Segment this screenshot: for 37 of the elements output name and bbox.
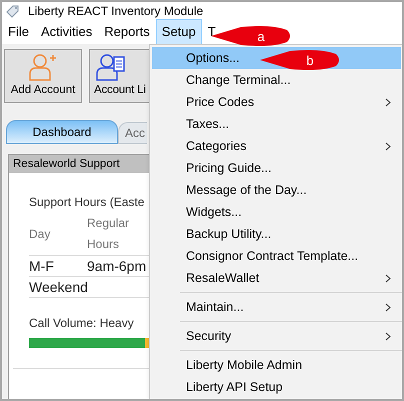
menu-item[interactable]: Change Terminal... bbox=[152, 69, 401, 91]
callout-label: a bbox=[257, 29, 265, 44]
menu-item[interactable]: Pricing Guide... bbox=[152, 157, 401, 179]
menu-item[interactable]: Categories bbox=[152, 135, 401, 157]
toolbar-button[interactable]: Account Li bbox=[89, 49, 149, 103]
menu-item[interactable]: Maintain... bbox=[152, 296, 401, 318]
menu-item[interactable]: Security bbox=[152, 325, 401, 347]
menu-item[interactable]: Consignor Contract Template... bbox=[152, 245, 401, 267]
tag-icon bbox=[6, 4, 20, 18]
person-list-icon bbox=[96, 52, 126, 82]
menu-item[interactable]: Liberty Mobile Admin bbox=[152, 354, 401, 376]
menu-item[interactable]: Taxes... bbox=[152, 113, 401, 135]
table-cell-text: Weekend bbox=[29, 278, 87, 297]
tab[interactable]: Dashboard bbox=[6, 120, 118, 144]
tab[interactable]: Acc bbox=[118, 122, 147, 144]
menu-item[interactable]: Liberty API Setup bbox=[152, 376, 401, 398]
menu-bar-item[interactable]: T bbox=[202, 19, 222, 45]
table-cell-text: 9am-6pm bbox=[87, 257, 146, 276]
window-title: Liberty REACT Inventory Module bbox=[28, 3, 204, 20]
menu-item[interactable]: Message of the Day... bbox=[152, 179, 401, 201]
menu-bar-item[interactable]: Reports bbox=[98, 19, 156, 45]
support-heading: Support Hours (Easte bbox=[29, 194, 146, 211]
column-header: Regular Hours bbox=[87, 215, 130, 253]
call-volume-label: Call Volume: Heavy bbox=[29, 315, 135, 332]
menu-bar-item[interactable]: Activities bbox=[34, 19, 98, 45]
column-header: Day bbox=[29, 226, 52, 243]
panel-header: Resaleworld Support bbox=[9, 155, 150, 173]
menu-item[interactable]: Price Codes bbox=[152, 91, 401, 113]
callout-label: b bbox=[306, 53, 314, 68]
menu-item[interactable]: Widgets... bbox=[152, 201, 401, 223]
menu-bar-item[interactable]: File bbox=[2, 19, 35, 45]
menu-bar-item[interactable]: Setup bbox=[156, 19, 202, 45]
menu-item[interactable]: Backup Utility... bbox=[152, 223, 401, 245]
table-cell-text: M-F bbox=[29, 257, 55, 276]
menu-item[interactable]: ResaleWallet bbox=[152, 267, 401, 289]
person-add-icon bbox=[28, 52, 58, 82]
toolbar-button[interactable]: Add Account bbox=[4, 49, 82, 103]
